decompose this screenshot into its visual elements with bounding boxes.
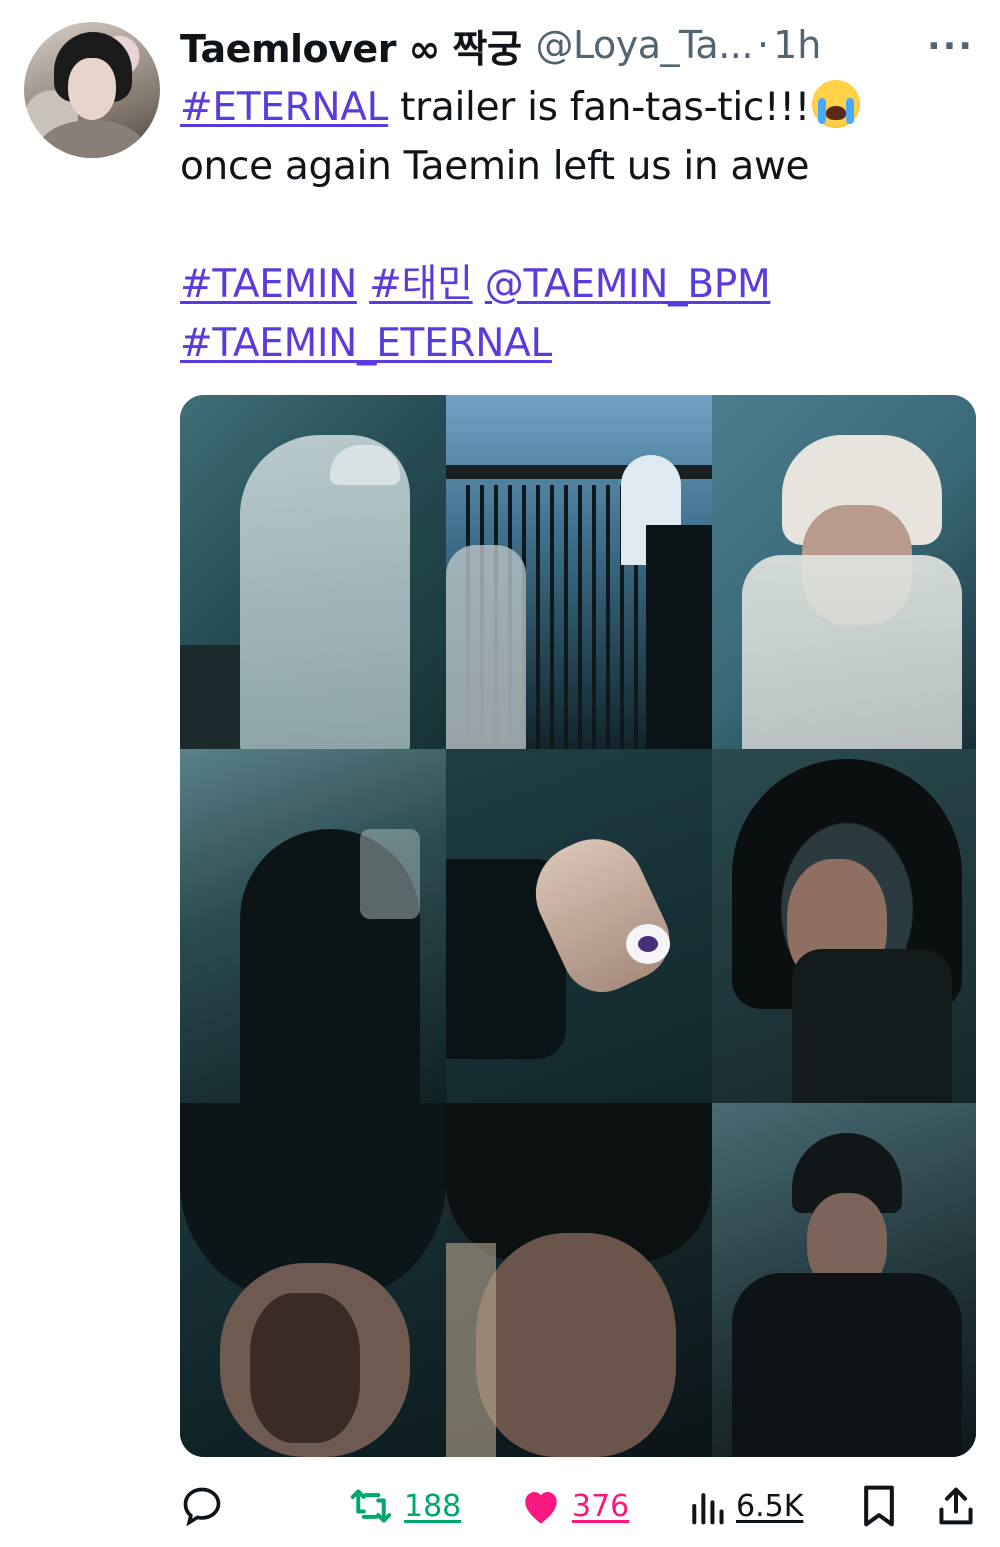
- text-line-tags: #TAEMIN #태민 @TAEMIN_BPM: [180, 255, 970, 314]
- views-icon: [688, 1486, 726, 1526]
- media-image-4[interactable]: [180, 749, 446, 1103]
- avatar-coat: [38, 120, 146, 158]
- repost-count: 188: [404, 1488, 462, 1524]
- timestamp[interactable]: 1h: [773, 23, 821, 67]
- hashtag-taemin-korean[interactable]: #태민: [369, 262, 473, 307]
- more-options-icon[interactable]: ···: [927, 26, 974, 67]
- action-bar: 188 376 6.5K: [180, 1478, 980, 1534]
- hashtag-taemin[interactable]: #TAEMIN: [180, 262, 357, 307]
- media-image-1[interactable]: [180, 395, 446, 749]
- views-button[interactable]: 6.5K: [688, 1478, 803, 1534]
- reply-icon[interactable]: [180, 1478, 224, 1534]
- text-line-tags-2: #TAEMIN_ETERNAL: [180, 314, 970, 373]
- views-count: 6.5K: [736, 1488, 804, 1524]
- media-image-3[interactable]: [712, 395, 976, 749]
- display-name[interactable]: Taemlover ∞ 짝궁: [180, 18, 522, 73]
- mention-taemin-bpm[interactable]: @TAEMIN_BPM: [485, 262, 771, 307]
- media-image-5[interactable]: [446, 749, 712, 1103]
- repost-button[interactable]: 188: [348, 1478, 461, 1534]
- repost-icon: [348, 1486, 394, 1526]
- user-handle[interactable]: @Loya_Ta...: [535, 23, 753, 67]
- media-image-6[interactable]: [712, 749, 976, 1103]
- hashtag-taemin-eternal[interactable]: #TAEMIN_ETERNAL: [180, 321, 552, 366]
- like-count: 376: [572, 1488, 630, 1524]
- media-image-7[interactable]: [180, 1103, 446, 1457]
- bookmark-icon[interactable]: [860, 1478, 898, 1534]
- share-icon[interactable]: [936, 1478, 976, 1534]
- heart-icon: [520, 1486, 562, 1526]
- media-image-2[interactable]: [446, 395, 712, 749]
- media-image-9[interactable]: [712, 1103, 976, 1457]
- separator-dot: ·: [756, 23, 770, 67]
- avatar-face: [68, 58, 116, 120]
- like-button[interactable]: 376: [520, 1478, 629, 1534]
- text-line-1-rest: trailer is fan-tas-tic!!!: [388, 85, 811, 130]
- tweet-header: Taemlover ∞ 짝궁 @Loya_Ta... · 1h: [180, 18, 980, 73]
- text-line-2: once again Taemin left us in awe: [180, 144, 810, 189]
- media-image-8[interactable]: [446, 1103, 712, 1457]
- loudly-crying-face-icon: [812, 80, 861, 128]
- text-line-1: #ETERNAL trailer is fan-tas-tic!!!: [180, 78, 970, 137]
- media-grid[interactable]: [180, 395, 976, 1457]
- avatar[interactable]: [24, 22, 160, 158]
- tweet-text: #ETERNAL trailer is fan-tas-tic!!! once …: [180, 78, 970, 373]
- hashtag-eternal[interactable]: #ETERNAL: [180, 85, 388, 130]
